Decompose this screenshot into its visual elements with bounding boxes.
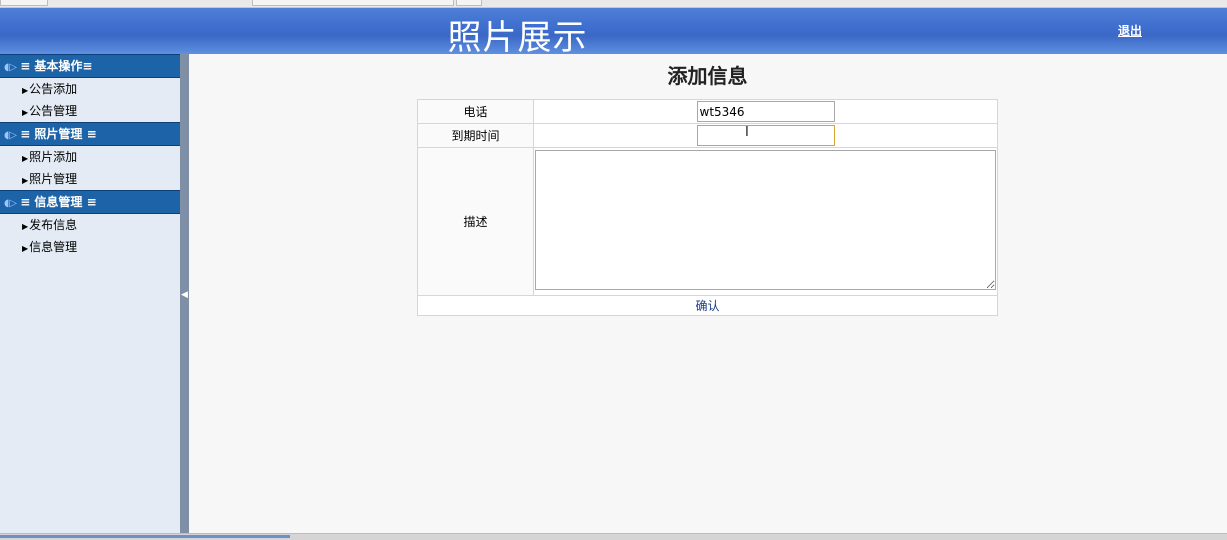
sidebar-group-basic[interactable]: ◖▷ ≡ 基本操作≡ (0, 54, 180, 78)
header-banner: 照片展示 退出 (0, 8, 1227, 58)
top-strip-segment (252, 0, 454, 6)
sidebar-item-notice-manage[interactable]: ▶公告管理 (0, 100, 180, 122)
main-content: 添加信息 电话 到期时间 描述 确认 (189, 54, 1227, 534)
sidebar-splitter[interactable]: ◀ (180, 54, 189, 539)
sidebar-item-photo-add[interactable]: ▶照片添加 (0, 146, 180, 168)
speaker-icon: ◖▷ (4, 130, 17, 141)
triangle-right-icon: ▶ (22, 244, 29, 253)
expire-date-input[interactable] (696, 125, 835, 146)
triangle-right-icon: ▶ (22, 108, 29, 117)
sidebar-group-info[interactable]: ◖▷ ≡ 信息管理 ≡ (0, 190, 180, 214)
expire-label: 到期时间 (417, 123, 534, 148)
speaker-icon: ◖▷ (4, 62, 17, 73)
logout-link[interactable]: 退出 (1118, 22, 1142, 39)
form-row-submit: 确认 (417, 295, 998, 316)
form-row-desc: 描述 (417, 147, 998, 296)
sidebar: ◖▷ ≡ 基本操作≡ ▶公告添加 ▶公告管理 ◖▷ ≡ 照片管理 ≡ ▶照片添加… (0, 54, 180, 539)
triangle-left-icon[interactable]: ◀ (181, 290, 188, 300)
phone-input[interactable] (696, 101, 835, 122)
triangle-right-icon: ▶ (22, 86, 29, 95)
speaker-icon: ◖▷ (4, 198, 17, 209)
page-title: 添加信息 (667, 64, 748, 88)
sidebar-item-info-publish[interactable]: ▶发布信息 (0, 214, 180, 236)
sidebar-item-label: 公告管理 (29, 104, 78, 118)
sidebar-group-label: ≡ 照片管理 ≡ (20, 127, 97, 141)
sidebar-item-label: 发布信息 (29, 218, 78, 232)
desc-cell (533, 147, 998, 296)
triangle-right-icon: ▶ (22, 176, 29, 185)
desc-label: 描述 (417, 147, 534, 296)
site-title: 照片展示 (447, 18, 588, 58)
triangle-right-icon: ▶ (22, 154, 29, 163)
triangle-right-icon: ▶ (22, 222, 29, 231)
sidebar-group-photo[interactable]: ◖▷ ≡ 照片管理 ≡ (0, 122, 180, 146)
top-strip-segment (456, 0, 482, 6)
phone-label: 电话 (417, 99, 534, 124)
confirm-button[interactable]: 确认 (695, 299, 719, 313)
sidebar-item-info-manage[interactable]: ▶信息管理 (0, 236, 180, 258)
text-cursor-icon: I (745, 125, 749, 140)
sidebar-item-photo-manage[interactable]: ▶照片管理 (0, 168, 180, 190)
sidebar-item-label: 公告添加 (29, 82, 78, 96)
phone-cell (533, 99, 998, 124)
add-info-form: 电话 到期时间 描述 确认 (417, 99, 998, 316)
form-row-phone: 电话 (417, 99, 998, 124)
bottom-progress-bar (0, 535, 290, 538)
sidebar-item-label: 信息管理 (29, 240, 78, 254)
submit-cell: 确认 (417, 295, 998, 316)
form-row-expire: 到期时间 (417, 123, 998, 148)
sidebar-item-label: 照片添加 (29, 150, 78, 164)
expire-cell (533, 123, 998, 148)
sidebar-item-notice-add[interactable]: ▶公告添加 (0, 78, 180, 100)
browser-top-strip (0, 0, 1227, 8)
desc-textarea[interactable] (535, 150, 996, 290)
sidebar-group-label: ≡ 基本操作≡ (20, 59, 93, 73)
sidebar-group-label: ≡ 信息管理 ≡ (20, 195, 97, 209)
sidebar-item-label: 照片管理 (29, 172, 78, 186)
top-strip-segment (0, 0, 48, 6)
